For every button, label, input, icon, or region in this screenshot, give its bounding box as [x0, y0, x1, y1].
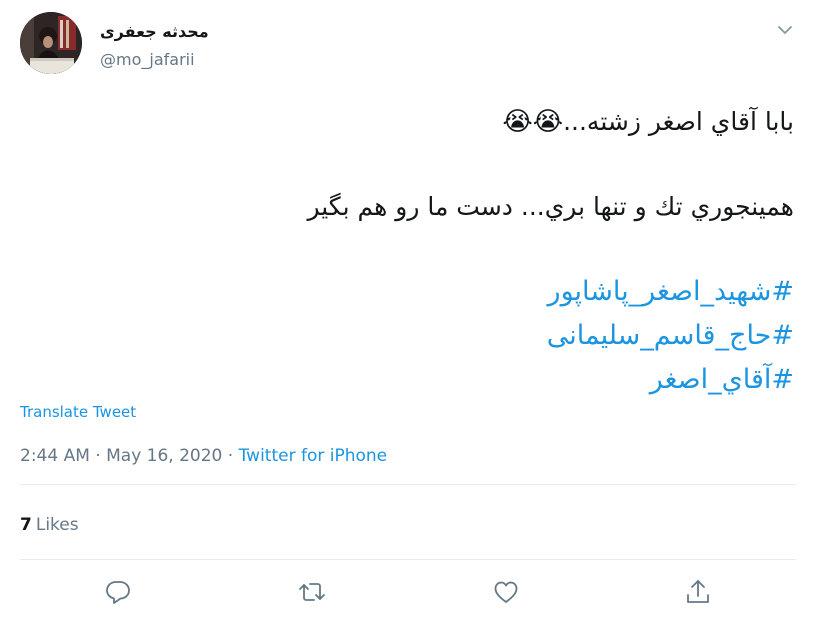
avatar[interactable] [20, 12, 82, 74]
like-icon[interactable] [491, 577, 521, 607]
tweet-date[interactable]: May 16, 2020 [106, 446, 222, 466]
tweet-meta: 2:44 AM · May 16, 2020 · Twitter for iPh… [20, 446, 387, 466]
hashtag-link[interactable]: #شهید_اصغر_پاشاپور [548, 276, 794, 307]
tweet-time[interactable]: 2:44 AM [20, 446, 90, 466]
tweet: محدثه جعفری @mo_jafarii بابا آقاي اصغر ز… [0, 0, 816, 625]
tweet-text: بابا آقاي اصغر زشته...😭😭 همينجوري تك و ت… [24, 100, 794, 402]
likes-number: 7 [20, 515, 32, 535]
crying-face-emoji: 😭😭 [502, 107, 564, 137]
likes-count[interactable]: 7 Likes [20, 515, 79, 535]
reply-icon[interactable] [103, 577, 133, 607]
meta-separator: · [227, 446, 234, 466]
user-handle[interactable]: @mo_jafarii [100, 50, 195, 69]
hashtag-link[interactable]: #آقاي_اصغر [650, 364, 794, 395]
share-icon[interactable] [683, 577, 713, 607]
translate-tweet-link[interactable]: Translate Tweet [20, 403, 136, 421]
tweet-line-1: بابا آقاي اصغر زشته...😭😭 [24, 100, 794, 144]
retweet-icon[interactable] [297, 577, 327, 607]
likes-label: Likes [35, 515, 79, 535]
tweet-line-2: همينجوري تك و تنها بري... دست ما رو هم ب… [307, 192, 794, 221]
tweet-line-1-text: بابا آقاي اصغر زشته... [563, 107, 794, 136]
divider [20, 559, 796, 560]
display-name[interactable]: محدثه جعفری [100, 22, 220, 41]
tweet-source-link[interactable]: Twitter for iPhone [239, 446, 388, 466]
chevron-down-icon[interactable] [775, 22, 795, 38]
hashtag-link[interactable]: #حاج_قاسم_سلیمانی [547, 320, 794, 351]
divider [20, 484, 796, 485]
meta-separator: · [95, 446, 101, 466]
